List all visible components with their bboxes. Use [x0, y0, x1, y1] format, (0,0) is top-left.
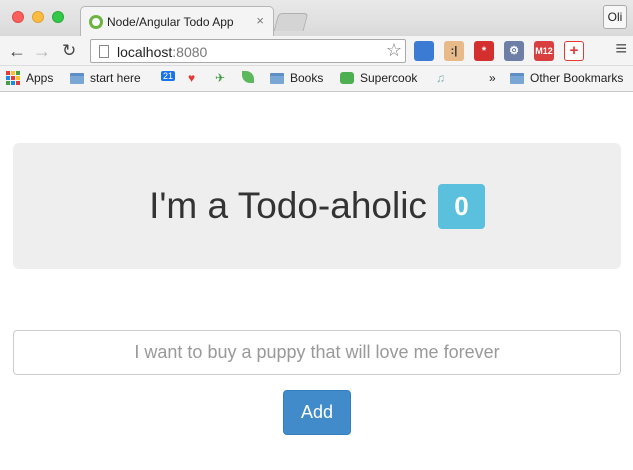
- extension-icons: :| * ⚙ M12 +: [414, 41, 594, 61]
- browser-tabstrip: Node/Angular Todo App × Oli: [0, 0, 633, 36]
- music-icon: ♫: [436, 71, 445, 85]
- address-bar[interactable]: localhost:8080 ☆: [90, 39, 406, 63]
- todo-count-badge: 0: [437, 183, 485, 229]
- tab-title: Node/Angular Todo App: [107, 15, 234, 29]
- bookmark-supercook[interactable]: Supercook: [340, 71, 417, 85]
- bookmark-label: Other Bookmarks: [530, 71, 624, 85]
- bookmark-label: Apps: [26, 71, 54, 85]
- header-jumbotron: I'm a Todo-aholic 0: [13, 143, 621, 269]
- reload-icon[interactable]: ↻: [62, 41, 76, 61]
- close-window-button[interactable]: [12, 11, 24, 23]
- bird-icon: ✈: [215, 71, 226, 85]
- minimize-window-button[interactable]: [32, 11, 44, 23]
- gear-extension-icon[interactable]: ⚙: [504, 41, 524, 61]
- page-title-text: I'm a Todo-aholic: [149, 185, 427, 226]
- bookmark-leaf[interactable]: [242, 71, 254, 83]
- bookmark-label: start here: [90, 71, 141, 85]
- bookmark-books[interactable]: Books: [270, 71, 323, 85]
- forward-arrow-icon[interactable]: →: [33, 41, 51, 61]
- bookmark-other-bookmarks[interactable]: Other Bookmarks: [510, 71, 623, 85]
- bookmark-label: Books: [290, 71, 324, 85]
- bookmark-pocket[interactable]: ♥: [188, 71, 195, 85]
- new-tab-button[interactable]: [273, 13, 309, 31]
- page-title: I'm a Todo-aholic 0: [149, 183, 485, 229]
- calendar-icon: 21: [161, 71, 176, 81]
- url-text[interactable]: localhost:8080: [117, 44, 207, 60]
- plus-cross-icon[interactable]: +: [564, 41, 584, 61]
- gmail-icon[interactable]: M12: [534, 41, 554, 61]
- angular-favicon-icon: [89, 15, 103, 29]
- pocket-icon: ♥: [188, 71, 196, 85]
- active-tab[interactable]: Node/Angular Todo App ×: [80, 6, 274, 36]
- bookmark-apps[interactable]: Apps: [6, 71, 53, 85]
- lastpass-icon[interactable]: *: [474, 41, 494, 61]
- tab-close-icon[interactable]: ×: [256, 13, 264, 28]
- face-icon[interactable]: :|: [444, 41, 464, 61]
- todo-input[interactable]: [13, 330, 621, 375]
- bookmark-label: Supercook: [360, 71, 418, 85]
- folder-icon: [510, 72, 524, 84]
- bookmark-start-here[interactable]: start here: [70, 71, 141, 85]
- supercook-icon: [340, 72, 354, 84]
- overflow-chevron-icon: »: [489, 71, 496, 85]
- bookmarks-overflow[interactable]: »: [489, 71, 496, 85]
- zoom-window-button[interactable]: [52, 11, 64, 23]
- profile-button[interactable]: Oli: [603, 5, 627, 29]
- chrome-menu-icon[interactable]: ≡: [615, 38, 627, 61]
- bookmark-bird[interactable]: ✈: [215, 71, 225, 85]
- bookmark-music[interactable]: ♫: [436, 71, 445, 85]
- bookmarks-bar: Apps start here 21 ♥ ✈ Books Supercook ♫…: [0, 66, 633, 92]
- cast-icon[interactable]: [414, 41, 434, 61]
- back-arrow-icon[interactable]: ←: [8, 41, 26, 61]
- bookmark-star-icon[interactable]: ☆: [386, 40, 402, 61]
- folder-icon: [270, 72, 284, 84]
- folder-icon: [70, 72, 84, 84]
- bookmark-calendar[interactable]: 21: [161, 71, 176, 81]
- apps-grid-icon: [6, 71, 20, 85]
- leaf-icon: [242, 71, 254, 83]
- add-button[interactable]: Add: [283, 390, 351, 435]
- page-icon: [99, 45, 109, 58]
- browser-toolbar: ← → ↻ localhost:8080 ☆ :| * ⚙ M12 + ≡: [0, 36, 633, 66]
